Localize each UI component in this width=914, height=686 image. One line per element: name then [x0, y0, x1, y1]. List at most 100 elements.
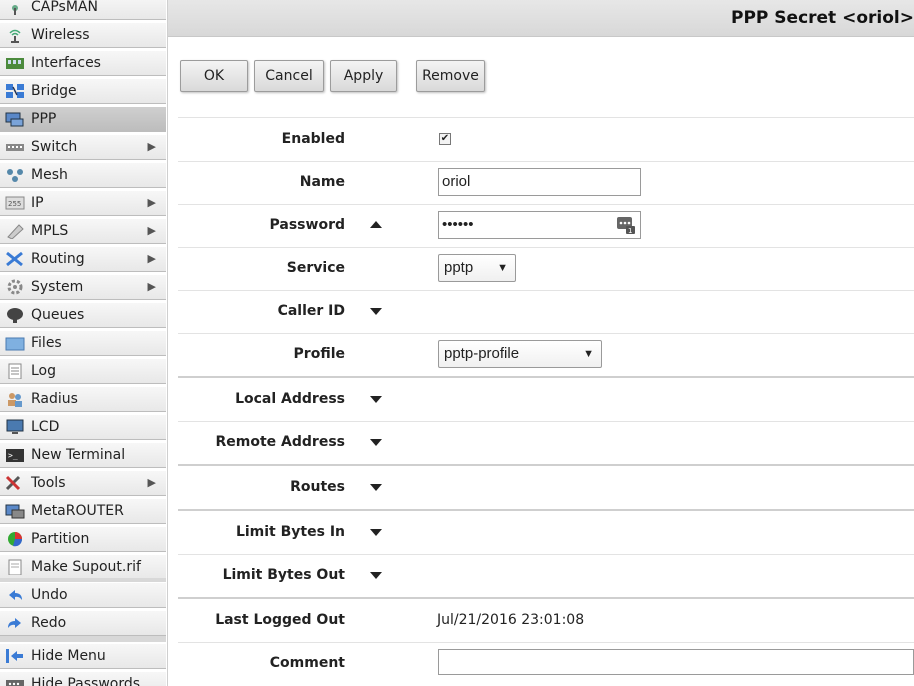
- remote-address-row: Remote Address: [178, 421, 914, 466]
- redo-button[interactable]: Redo: [0, 610, 166, 636]
- chevron-right-icon: ▶: [147, 476, 156, 489]
- sidebar-item-switch[interactable]: Switch ▶: [0, 134, 166, 160]
- enabled-checkbox[interactable]: ✔: [439, 133, 451, 145]
- sidebar-item-make-supout[interactable]: Make Supout.rif: [0, 554, 166, 580]
- undo-label: Undo: [31, 587, 68, 603]
- sidebar-item-label: System: [31, 279, 84, 295]
- password-value: ••••••: [442, 216, 474, 233]
- service-select[interactable]: pptp ▼: [438, 254, 516, 282]
- tools-icon: [5, 475, 25, 491]
- name-field[interactable]: oriol: [438, 168, 641, 196]
- bridge-icon: [5, 83, 25, 99]
- sidebar-separator: [0, 636, 166, 642]
- redo-label: Redo: [31, 615, 67, 631]
- expand-arrow-icon[interactable]: [370, 308, 382, 315]
- sidebar-item-label: MPLS: [31, 223, 69, 239]
- sidebar-item-partition[interactable]: Partition: [0, 526, 166, 552]
- routes-row: Routes: [178, 466, 914, 511]
- sidebar-item-interfaces[interactable]: Interfaces: [0, 50, 166, 76]
- sidebar-item-label: IP: [31, 195, 44, 211]
- svg-text:255: 255: [8, 200, 21, 208]
- enabled-row: Enabled ✔: [178, 117, 914, 162]
- document-icon: [5, 559, 25, 576]
- folder-icon: [5, 335, 25, 351]
- chevron-right-icon: ▶: [147, 196, 156, 209]
- sidebar-item-capsman[interactable]: CAPsMAN: [0, 0, 166, 20]
- gear-icon: [5, 279, 25, 295]
- switch-icon: [5, 139, 25, 155]
- enabled-label: Enabled: [281, 131, 345, 147]
- sidebar-item-label: Log: [31, 363, 57, 379]
- password-icon: [5, 676, 25, 686]
- expand-arrow-icon[interactable]: [370, 396, 382, 403]
- apply-button[interactable]: Apply: [330, 60, 397, 92]
- sidebar-item-label: Wireless: [31, 27, 90, 43]
- limit-bytes-out-row: Limit Bytes Out: [178, 554, 914, 599]
- profile-select[interactable]: pptp-profile ▼: [438, 340, 602, 368]
- sidebar-item-label: MetaROUTER: [31, 503, 124, 519]
- last-logged-out-row: Last Logged Out Jul/21/2016 23:01:08: [178, 599, 914, 643]
- expand-arrow-icon[interactable]: [370, 439, 382, 446]
- sidebar-item-files[interactable]: Files: [0, 330, 166, 356]
- ip-icon: 255: [5, 195, 25, 211]
- cancel-button[interactable]: Cancel: [254, 60, 324, 92]
- local-address-label: Local Address: [235, 391, 345, 407]
- sidebar-item-metarouter[interactable]: MetaROUTER: [0, 498, 166, 524]
- ok-button[interactable]: OK: [180, 60, 248, 92]
- chevron-down-icon: ▼: [583, 348, 594, 360]
- wireless-icon: [5, 27, 25, 43]
- comment-field[interactable]: [438, 649, 914, 675]
- sidebar-item-ppp[interactable]: PPP: [0, 106, 166, 132]
- remove-button[interactable]: Remove: [416, 60, 485, 92]
- mpls-icon: [5, 223, 25, 240]
- last-logged-out-value: Jul/21/2016 23:01:08: [437, 612, 585, 628]
- sidebar-item-label: New Terminal: [31, 447, 126, 463]
- sidebar-item-label: Switch: [31, 139, 78, 155]
- sidebar-item-tools[interactable]: Tools ▶: [0, 470, 166, 496]
- chevron-right-icon: ▶: [147, 280, 156, 293]
- sidebar-item-new-terminal[interactable]: >_ New Terminal: [0, 442, 166, 468]
- sidebar-item-bridge[interactable]: Bridge: [0, 78, 166, 104]
- service-label: Service: [286, 260, 345, 276]
- show-password-icon[interactable]: 1: [616, 215, 636, 235]
- sidebar-item-radius[interactable]: Radius: [0, 386, 166, 412]
- limit-bytes-out-label: Limit Bytes Out: [222, 567, 345, 583]
- sidebar-item-routing[interactable]: Routing ▶: [0, 246, 166, 272]
- sidebar-item-label: Mesh: [31, 167, 68, 183]
- comment-row: Comment: [178, 642, 914, 685]
- hide-passwords-button[interactable]: Hide Passwords: [0, 671, 166, 686]
- sidebar-item-label: CAPsMAN: [31, 0, 98, 15]
- collapse-arrow-icon[interactable]: [370, 221, 382, 228]
- expand-arrow-icon[interactable]: [370, 572, 382, 579]
- chevron-right-icon: ▶: [147, 252, 156, 265]
- password-field[interactable]: •••••• 1: [438, 211, 641, 239]
- sidebar-item-mesh[interactable]: Mesh: [0, 162, 166, 188]
- profile-value: pptp-profile: [444, 345, 520, 362]
- sidebar-item-system[interactable]: System ▶: [0, 274, 166, 300]
- sidebar-item-label: Tools: [31, 475, 66, 491]
- profile-label: Profile: [293, 346, 345, 362]
- expand-arrow-icon[interactable]: [370, 484, 382, 491]
- svg-text:1: 1: [628, 227, 632, 235]
- expand-arrow-icon[interactable]: [370, 529, 382, 536]
- comment-label: Comment: [269, 655, 345, 671]
- sidebar-item-label: Files: [31, 335, 62, 351]
- svg-text:>_: >_: [8, 451, 18, 460]
- sidebar-item-lcd[interactable]: LCD: [0, 414, 166, 440]
- undo-button[interactable]: Undo: [0, 582, 166, 608]
- name-label: Name: [299, 174, 345, 190]
- password-label: Password: [269, 217, 345, 233]
- sidebar-item-mpls[interactable]: MPLS ▶: [0, 218, 166, 244]
- chevron-down-icon: ▼: [497, 262, 508, 274]
- limit-bytes-in-row: Limit Bytes In: [178, 511, 914, 555]
- sidebar-item-log[interactable]: Log: [0, 358, 166, 384]
- local-address-row: Local Address: [178, 378, 914, 422]
- page-title: PPP Secret <oriol>: [731, 8, 914, 28]
- sidebar-item-ip[interactable]: 255 IP ▶: [0, 190, 166, 216]
- sidebar-item-label: Make Supout.rif: [31, 559, 141, 575]
- name-row: Name oriol: [178, 161, 914, 205]
- ppp-icon: [5, 111, 25, 127]
- sidebar-item-wireless[interactable]: Wireless: [0, 22, 166, 48]
- hide-menu-button[interactable]: Hide Menu: [0, 643, 166, 669]
- sidebar-item-queues[interactable]: Queues: [0, 302, 166, 328]
